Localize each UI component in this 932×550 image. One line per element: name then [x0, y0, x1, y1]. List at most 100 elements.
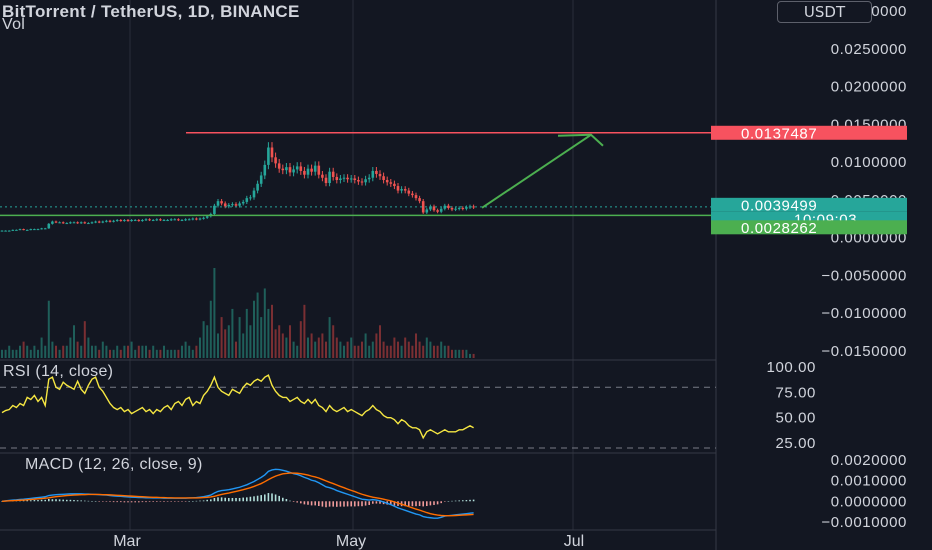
candle-body [97, 221, 101, 223]
volume-bar [382, 341, 385, 358]
macd-histogram-bar [465, 500, 468, 502]
volume-bar [425, 337, 428, 358]
macd-histogram-bar [30, 500, 32, 502]
candle-body [234, 204, 238, 206]
candle-body [61, 222, 65, 224]
volume-bar [155, 349, 158, 358]
volume-bar [299, 321, 302, 358]
candle-body [259, 175, 263, 184]
candle-body [173, 219, 177, 221]
volume-bar [80, 345, 83, 358]
macd-histogram-bar [364, 501, 367, 506]
volume-bar [393, 337, 396, 358]
macd-histogram-bar [271, 493, 273, 502]
rsi-panel [0, 374, 716, 449]
macd-histogram-bar [37, 500, 39, 502]
currency-badge[interactable]: USDT [777, 1, 872, 23]
candle-body [324, 177, 328, 184]
macd-histogram-bar [112, 501, 115, 503]
candle-body [321, 174, 324, 178]
volume-bar [314, 341, 317, 358]
macd-tick-label: −0.0010000 [821, 514, 907, 531]
candle-body [342, 177, 346, 179]
volume-bar [181, 345, 183, 358]
volume-bar [461, 349, 464, 358]
price-tick-label: 0.0100000 [831, 154, 907, 171]
volume-bar [195, 345, 198, 358]
macd-histogram-bar [94, 501, 97, 502]
volume-bar [350, 337, 353, 358]
candle-body [439, 208, 443, 212]
price-axis[interactable]: 0.03000000.02500000.02000000.01500000.01… [711, 3, 907, 531]
volume-bar [127, 345, 129, 358]
macd-histogram-bar [336, 501, 338, 507]
macd-histogram-bar [274, 494, 277, 502]
volume-bar [29, 349, 32, 358]
volume-bar [1, 349, 3, 358]
candle-body [159, 219, 162, 221]
volume-bar [44, 345, 47, 358]
macd-histogram-bar [282, 497, 284, 502]
macd-histogram-bar [325, 501, 327, 508]
rsi-tick-label: 25.00 [775, 435, 816, 452]
volume-bar [415, 333, 417, 358]
volume-bar [191, 349, 194, 358]
volume-bar [339, 341, 342, 358]
candle-body [108, 220, 112, 222]
candle-body [119, 220, 123, 222]
candle-body [51, 221, 54, 224]
macd-histogram-bar [163, 501, 165, 502]
macd-tick-label: 0.0020000 [831, 452, 907, 469]
candle-body [432, 206, 436, 211]
candle-body [277, 163, 281, 169]
volume-bar [443, 345, 446, 358]
candle-body [303, 170, 306, 175]
volume-bar [465, 349, 468, 358]
symbol-title: BitTorrent / TetherUS, 1D, BINANCE [2, 2, 300, 21]
price-tick-label: 0.0200000 [831, 79, 907, 96]
macd-histogram-bar [332, 501, 334, 507]
rsi-tick-label: 75.00 [775, 384, 816, 401]
candle-body [105, 220, 108, 222]
macd-histogram-bar [300, 501, 302, 504]
volume-bar [22, 341, 25, 358]
macd-histogram-bar [220, 497, 223, 502]
volume-bar [281, 333, 284, 358]
candle-body [220, 201, 223, 204]
volume-bar [303, 304, 306, 358]
volume-bar [454, 349, 457, 358]
volume-bar [163, 345, 165, 358]
macd-histogram-bar [238, 497, 241, 502]
macd-histogram-bar [314, 501, 316, 506]
candle-body [130, 220, 133, 222]
volume-bar [307, 337, 309, 358]
volume-bar [260, 317, 263, 358]
volume-bar [267, 308, 270, 358]
candle-body [115, 220, 119, 222]
macd-histogram-bar [264, 494, 266, 502]
macd-histogram-bar [429, 501, 432, 506]
macd-histogram-bar [260, 495, 262, 502]
candle-body [267, 147, 270, 165]
volume-bar [19, 345, 21, 358]
macd-histogram-bar [285, 499, 288, 502]
candle-body [317, 165, 321, 175]
volume-bar [202, 321, 205, 358]
candle-body [465, 207, 468, 209]
macd-histogram-bar [159, 501, 162, 502]
macd-histogram-bar [408, 501, 410, 507]
volume-bar [242, 333, 245, 358]
candle-body [169, 219, 173, 221]
time-axis[interactable]: Mar May Jul [0, 529, 716, 550]
macd-histogram-bar [415, 501, 417, 507]
volume-bar [105, 345, 108, 358]
volume-bar [11, 349, 14, 358]
macd-histogram-bar [55, 499, 57, 502]
candle-body [36, 229, 40, 231]
candle-body [378, 173, 382, 177]
macd-histogram-bar [242, 497, 244, 502]
volume-bar [371, 341, 374, 358]
macd-histogram-bar [469, 499, 471, 502]
volume-bar [33, 345, 36, 358]
volume-bar [188, 345, 191, 358]
